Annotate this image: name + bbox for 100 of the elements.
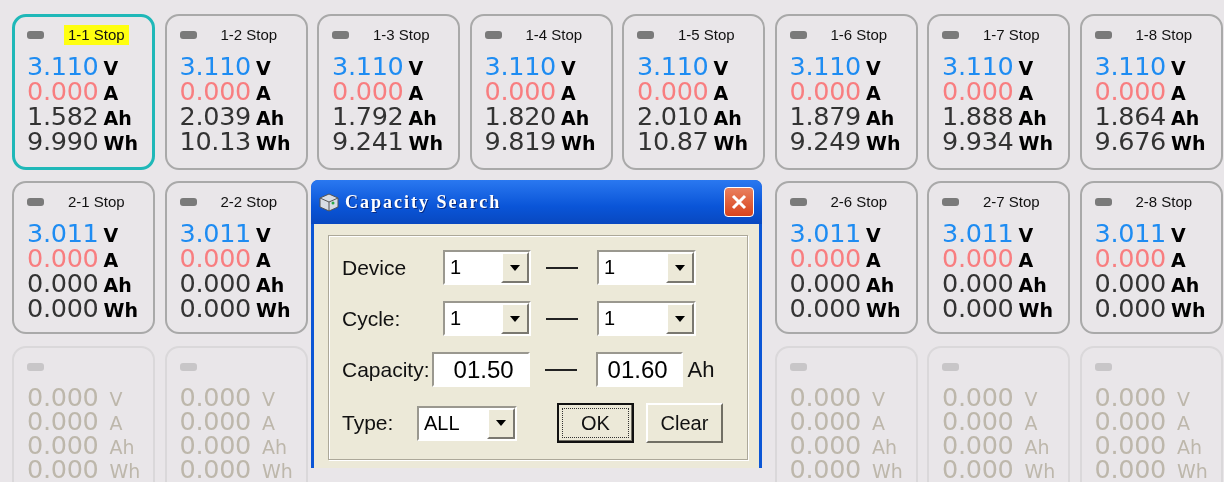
reading-value: 0.000 <box>942 271 1014 296</box>
channel-label: 1-8 Stop <box>1134 25 1194 45</box>
reading-value: 9.249 <box>789 129 861 154</box>
unit-label: Ah <box>256 106 285 131</box>
unit-label: Ah <box>103 106 132 131</box>
unit-label: Wh <box>109 459 141 482</box>
unit-label: Ah <box>262 435 288 459</box>
caret-icon <box>675 264 685 271</box>
status-led <box>179 363 197 371</box>
unit-label: V <box>109 387 123 411</box>
reading-value: 0.000 <box>789 457 861 481</box>
reading-value: 1.879 <box>789 104 861 129</box>
input-field[interactable]: 01.50 <box>431 352 530 387</box>
channel-card[interactable]: 1-5 Stop 3.110 V 0.000 A 2.010 Ah 10.87 Wh <box>622 14 765 170</box>
reading-value: 0.000 <box>1094 385 1166 409</box>
unit-label: Ah <box>109 435 135 459</box>
unit-label: Wh <box>1177 459 1208 482</box>
unit-label: V <box>256 56 271 81</box>
dialog-button[interactable]: OK <box>557 403 634 443</box>
unit-label: A <box>1018 248 1034 273</box>
channel-card[interactable]: 2-2 Stop 3.011 V 0.000 A 0.000 Ah 0.000 Wh <box>164 181 308 334</box>
unit-label: Wh <box>1171 298 1206 323</box>
unit-label: Ah <box>713 106 742 131</box>
reading-value: 3.110 <box>332 54 404 79</box>
channel-card[interactable]: 2-7 Stop 3.011 V 0.000 A 0.000 Ah 0.000 Wh <box>927 181 1070 334</box>
unit-label: A <box>713 81 729 106</box>
reading-value: 0.000 <box>789 271 861 296</box>
reading-value: 9.241 <box>332 129 404 154</box>
unit-label: V <box>262 387 275 411</box>
field-label: Capacity: <box>342 357 430 382</box>
reading-value: 0.000 <box>1094 457 1166 481</box>
channel-card[interactable]: 2-6 Stop 3.011 V 0.000 A 0.000 Ah 0.000 Wh <box>774 181 918 334</box>
dropdown[interactable]: 1 <box>597 250 696 285</box>
unit-label: Ah <box>1018 106 1047 131</box>
unit-label: A <box>872 411 885 435</box>
reading-value: 0.000 <box>942 457 1014 481</box>
unit-label: A <box>256 248 271 273</box>
channel-card[interactable]: 1-4 Stop 3.110 V 0.000 A 1.820 Ah 9.819 Wh <box>469 14 613 170</box>
unit-label: A <box>1177 411 1190 435</box>
unit-label: Ah <box>866 106 895 131</box>
unit-label: Wh <box>866 131 901 156</box>
reading-value: 3.110 <box>1094 54 1166 79</box>
status-led <box>27 198 44 206</box>
close-button[interactable] <box>724 187 754 217</box>
unit-label: V <box>713 56 729 81</box>
channel-card[interactable]: 2-1 Stop 3.011 V 0.000 A 0.000 Ah 0.000 Wh <box>12 181 155 334</box>
unit-label: A <box>262 411 275 435</box>
reading-value: 0.000 <box>1094 271 1166 296</box>
reading-value: 0.000 <box>789 296 861 321</box>
channel-card[interactable]: 1-3 Stop 3.110 V 0.000 A 1.792 Ah 9.241 Wh <box>317 14 460 170</box>
unit-label: Wh <box>1018 298 1053 323</box>
unit-label: A <box>103 81 119 106</box>
dropdown[interactable]: 1 <box>597 301 696 336</box>
unit-label: V <box>561 56 576 81</box>
reading-value: 1.888 <box>942 104 1014 129</box>
channel-card[interactable]: 1-6 Stop 3.110 V 0.000 A 1.879 Ah 9.249 Wh <box>774 14 918 170</box>
unit-label: Ah <box>256 273 285 298</box>
reading-value: 2.039 <box>179 104 251 129</box>
status-led <box>179 198 197 206</box>
unit-label: Ah <box>1024 435 1050 459</box>
window-title: Capacity Search <box>345 191 503 213</box>
unit-label: A <box>1171 81 1186 106</box>
unit-label: Wh <box>866 298 901 323</box>
reading-value: 0.000 <box>789 433 861 457</box>
dialog-button[interactable]: Clear <box>646 403 723 443</box>
reading-value: 9.676 <box>1094 129 1166 154</box>
unit-label: Ah <box>1177 435 1203 459</box>
reading-value: 0.000 <box>179 433 251 457</box>
unit-label: Ah <box>687 356 715 383</box>
channel-card[interactable]: 1-1 Stop 3.110 V 0.000 A 1.582 Ah 9.990 Wh <box>12 14 155 170</box>
input-field[interactable]: 01.60 <box>595 352 683 387</box>
caret-icon <box>675 315 685 322</box>
unit-label: Wh <box>103 131 138 156</box>
dropdown[interactable]: ALL <box>417 405 517 441</box>
caret-icon <box>496 420 506 426</box>
channel-label: 1-5 Stop <box>677 25 736 45</box>
unit-label: Wh <box>1018 131 1053 156</box>
dropdown[interactable]: 1 <box>443 301 531 336</box>
unit-label: Ah <box>561 106 590 131</box>
reading-value: 0.000 <box>1094 409 1166 433</box>
unit-label: A <box>866 248 881 273</box>
channel-card[interactable]: 1-7 Stop 3.110 V 0.000 A 1.888 Ah 9.934 Wh <box>927 14 1070 170</box>
field-label: Device <box>342 255 408 280</box>
channel-card[interactable]: 1-8 Stop 3.110 V 0.000 A 1.864 Ah 9.676 Wh <box>1079 14 1223 170</box>
reading-value: 1.582 <box>27 104 99 129</box>
dropdown[interactable]: 1 <box>443 250 531 285</box>
channel-label: 1-7 Stop <box>982 25 1041 45</box>
reading-value: 0.000 <box>1094 79 1166 104</box>
reading-value: 9.990 <box>27 129 99 154</box>
reading-value: 0.000 <box>789 409 861 433</box>
unit-label: Wh <box>262 459 293 482</box>
channel-label: 2-6 Stop <box>829 192 889 212</box>
reading-value: 3.110 <box>179 54 251 79</box>
unit-label: V <box>1018 223 1034 248</box>
reading-value: 0.000 <box>179 385 251 409</box>
channel-card[interactable]: 2-8 Stop 3.011 V 0.000 A 0.000 Ah 0.000 Wh <box>1079 181 1223 334</box>
caret-icon <box>510 264 520 271</box>
channel-label: 1-4 Stop <box>524 25 584 45</box>
channel-card[interactable]: 1-2 Stop 3.110 V 0.000 A 2.039 Ah 10.13 Wh <box>164 14 308 170</box>
channel-label: 2-1 Stop <box>67 192 126 212</box>
